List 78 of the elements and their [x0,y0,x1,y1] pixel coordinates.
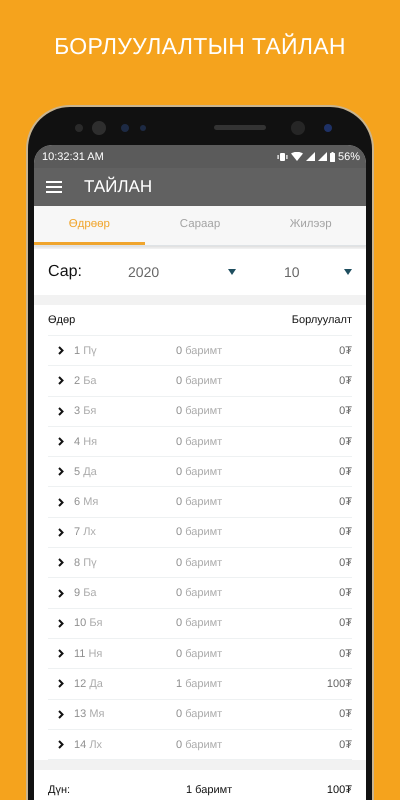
total-amount: 100₮ [326,784,352,796]
month-dropdown[interactable]: 10 [244,264,352,280]
day-expand-button[interactable]: 6 Мя [48,495,176,510]
tab[interactable]: Сараар [144,206,256,245]
total-label: Дүн: [48,784,72,796]
column-header: Өдөр [48,314,76,326]
chevron-icon [58,710,64,719]
chevron-icon [58,649,64,658]
chevron-icon [58,558,64,568]
day-expand-button[interactable]: 5 Да [48,464,176,479]
sales-amount: 0₮ [339,405,352,418]
receipt-count: 0 баримт [176,738,224,750]
sales-amount: 0₮ [339,344,352,357]
sales-amount: 0₮ [339,526,352,538]
day-expand-button[interactable]: 11 Ня [48,646,176,661]
day-expand-button[interactable]: 8 Пү [48,556,176,570]
chevron-icon [58,740,64,749]
tab[interactable]: Жилээр [255,206,366,245]
chevron-icon [58,498,64,507]
battery-percent: 56% [338,150,360,162]
month-label: Сар: [48,263,83,281]
sales-amount: 0₮ [339,587,352,600]
sales-amount: 0₮ [339,374,352,387]
chevron-icon [58,679,64,688]
dropdown-caret-icon [228,269,236,275]
battery-icon [330,152,335,162]
wifi-icon [290,152,303,161]
sales-amount: 0₮ [339,466,352,478]
sales-amount: 0₮ [339,556,352,569]
receipt-count: 0 баримт [176,405,224,418]
receipt-count: 0 баримт [176,617,224,630]
chevron-icon [58,437,64,446]
receipt-count: 0 баримт [176,556,224,569]
sales-amount: 0₮ [339,496,352,508]
menu-icon [46,181,62,193]
sales-amount: 0₮ [339,738,352,750]
day-expand-button[interactable]: 3 Бя [48,404,176,418]
status-time: 10:32:31 AM [42,150,104,162]
day-expand-button[interactable]: 1 Пү [48,344,176,358]
year-dropdown[interactable]: 2020 [112,264,236,280]
day-expand-button[interactable]: 7 Лх [48,525,176,540]
day-expand-button[interactable]: 13 Мя [48,707,176,722]
chevron-icon [58,618,64,628]
chevron-icon [58,588,64,598]
sales-amount: 0₮ [339,436,352,448]
receipt-count: 0 баримт [176,374,224,387]
chevron-icon [58,346,64,356]
receipt-count: 0 баримт [176,436,224,448]
receipt-count: 0 баримт [176,648,224,660]
tab[interactable]: Өдрөөр [34,206,145,245]
day-expand-button[interactable]: 10 Бя [48,616,176,630]
dropdown-caret-icon [344,269,352,275]
receipt-count: 0 баримт [176,587,224,600]
chevron-icon [58,528,64,537]
chevron-icon [58,467,64,476]
day-expand-button[interactable]: 12 Да [48,676,176,691]
vibrate-icon [276,152,288,160]
headline: БОРЛУУЛАЛТЫН ТАЙЛАН [54,33,346,60]
receipt-count: 0 баримт [176,496,224,508]
day-expand-button[interactable]: 4 Ня [48,434,176,449]
chevron-icon [58,376,64,386]
receipt-count: 0 баримт [176,708,224,720]
receipt-count: 0 баримт [176,526,224,538]
receipt-count: 0 баримт [176,344,224,357]
receipt-count: 1 баримт [176,678,224,690]
sales-amount: 100₮ [326,678,352,690]
sales-amount: 0₮ [339,708,352,720]
app-title: ТАЙЛАН [84,177,152,197]
day-expand-button[interactable]: 9 Ба [48,586,176,600]
chevron-icon [58,406,64,416]
menu-button[interactable] [46,181,62,193]
column-header: Борлуулалт [292,314,352,326]
day-expand-button[interactable]: 2 Ба [48,374,176,388]
sales-amount: 0₮ [339,617,352,630]
receipt-count: 0 баримт [176,466,224,478]
day-expand-button[interactable]: 14 Лх [48,738,176,752]
sales-amount: 0₮ [339,648,352,660]
total-receipts: 1 баримт [186,784,232,796]
